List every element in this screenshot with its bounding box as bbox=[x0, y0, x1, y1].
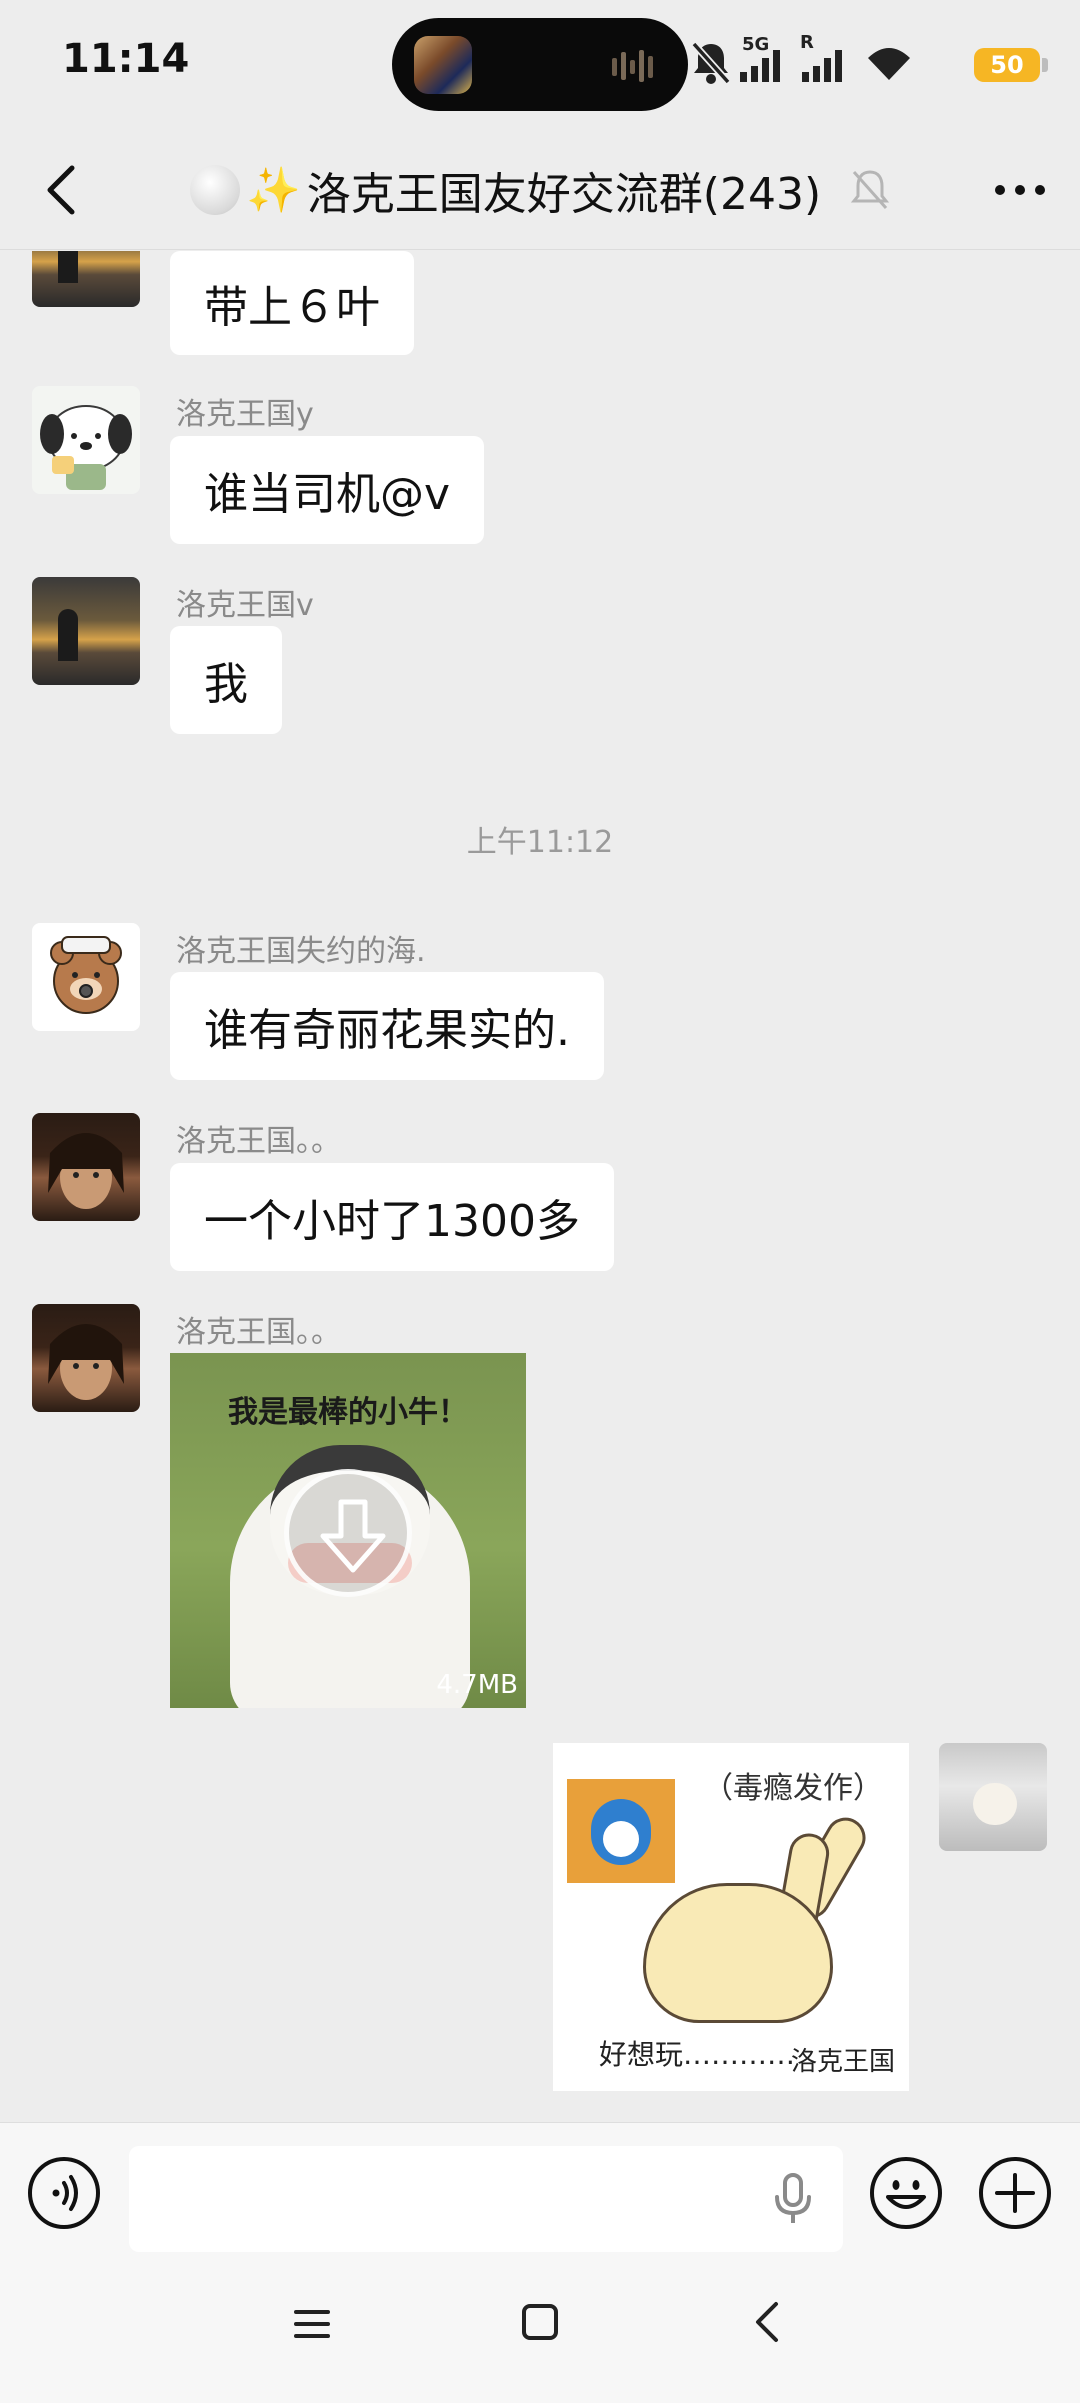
avatar[interactable] bbox=[32, 251, 140, 307]
bell-muted-icon bbox=[691, 41, 731, 85]
sparkles-icon: ✨ bbox=[246, 165, 301, 216]
menu-icon[interactable] bbox=[288, 2300, 336, 2348]
signal-icon-2 bbox=[802, 50, 842, 82]
dynamic-island[interactable] bbox=[392, 18, 688, 111]
file-size: 4.7MB bbox=[436, 1670, 518, 1700]
chat-header: ✨ 洛克王国友好交流群(243) bbox=[0, 130, 1080, 250]
sticker-image-message[interactable]: （毒瘾发作） 好想玩………… 洛克王国 bbox=[553, 1743, 909, 2091]
status-bar: 11:14 5G R 50 bbox=[0, 0, 1080, 130]
sticker-image-message[interactable]: 我是最棒的小牛！ 4.7MB bbox=[170, 1353, 526, 1708]
microphone-icon[interactable] bbox=[770, 2171, 816, 2227]
input-bar bbox=[0, 2122, 1080, 2262]
battery-level: 50 bbox=[990, 51, 1024, 79]
sticker-caption: 好想玩………… bbox=[599, 2038, 796, 2071]
sender-name: 洛克王国y bbox=[176, 397, 314, 432]
guy-avatar-art bbox=[48, 1324, 124, 1400]
audio-wave-icon bbox=[612, 50, 653, 82]
bear-avatar-art bbox=[50, 936, 122, 1014]
system-nav-bar bbox=[0, 2262, 1080, 2403]
more-options-button[interactable] bbox=[984, 158, 1056, 222]
download-button[interactable] bbox=[284, 1469, 412, 1597]
sender-name: 洛克王国v bbox=[176, 588, 314, 623]
message-bubble[interactable]: 带上６叶 bbox=[170, 251, 414, 355]
status-time: 11:14 bbox=[62, 36, 190, 82]
plus-icon[interactable] bbox=[977, 2155, 1053, 2231]
avatar[interactable] bbox=[32, 1304, 140, 1412]
message-list[interactable]: 带上６叶 洛克王国y 谁当司机@v 洛克王国v 我 上午11:12 洛克王国失约… bbox=[0, 251, 1080, 2121]
sticker-caption-right: 洛克王国 bbox=[790, 2047, 895, 2077]
emoji-icon[interactable] bbox=[868, 2155, 944, 2231]
message-bubble[interactable]: 谁当司机@v bbox=[170, 436, 485, 544]
message-text: 一个小时了1300多 bbox=[204, 1196, 580, 1247]
message-text: 谁有奇丽花果实的. bbox=[204, 1005, 570, 1056]
message-timestamp: 上午11:12 bbox=[466, 825, 614, 860]
message-bubble[interactable]: 一个小时了1300多 bbox=[170, 1163, 614, 1271]
voice-mode-icon[interactable] bbox=[26, 2155, 102, 2231]
battery-indicator: 50 bbox=[974, 48, 1040, 82]
battery-cap bbox=[1042, 58, 1048, 72]
message-bubble[interactable]: 我 bbox=[170, 626, 282, 734]
chat-title[interactable]: ✨ 洛克王国友好交流群(243) bbox=[190, 160, 890, 220]
avatar[interactable] bbox=[32, 1113, 140, 1221]
bunny-body bbox=[643, 1883, 833, 2023]
self-avatar[interactable] bbox=[939, 1743, 1047, 1851]
message-text: 带上６叶 bbox=[204, 282, 380, 333]
chat-title-text: 洛克王国友好交流群(243) bbox=[306, 169, 822, 220]
puppy-avatar-art bbox=[40, 405, 132, 490]
sticker-text: 我是最棒的小牛！ bbox=[228, 1395, 468, 1430]
message-input[interactable] bbox=[129, 2146, 843, 2252]
back-button[interactable] bbox=[28, 154, 100, 226]
signal-icon bbox=[740, 50, 780, 82]
guy-avatar-art bbox=[48, 1133, 124, 1209]
wifi-icon bbox=[868, 48, 910, 80]
avatar[interactable] bbox=[32, 577, 140, 685]
sender-name: 洛克王国。。 bbox=[176, 1124, 341, 1159]
white-circle-icon bbox=[190, 165, 240, 215]
sender-name: 洛克王国失约的海. bbox=[176, 934, 426, 969]
mute-bell-icon bbox=[850, 170, 890, 209]
roco-sticker-art bbox=[567, 1779, 675, 1883]
message-bubble[interactable]: 谁有奇丽花果实的. bbox=[170, 972, 604, 1080]
status-icons: 5G R 50 bbox=[690, 32, 1048, 92]
home-icon[interactable] bbox=[516, 2298, 564, 2346]
download-icon bbox=[320, 1499, 386, 1573]
media-thumbnail bbox=[414, 36, 472, 94]
sticker-tag: （毒瘾发作） bbox=[703, 1771, 883, 1806]
avatar[interactable] bbox=[32, 386, 140, 494]
roco-face bbox=[591, 1799, 651, 1865]
back-icon[interactable] bbox=[744, 2296, 792, 2348]
message-text: 我 bbox=[204, 659, 248, 710]
message-text: 谁当司机@v bbox=[204, 469, 451, 520]
sender-name: 洛克王国。。 bbox=[176, 1315, 341, 1350]
avatar[interactable] bbox=[32, 923, 140, 1031]
